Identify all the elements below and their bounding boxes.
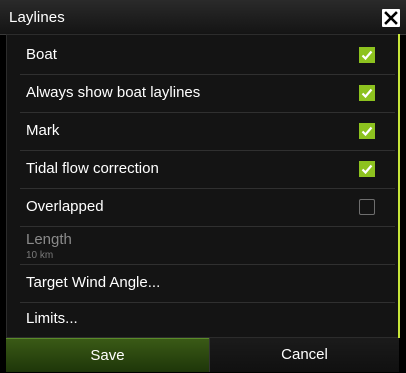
laylines-dialog: Laylines Boat Always show boat laylines …	[0, 0, 406, 372]
tidal-flow-correction-checkbox[interactable]	[359, 161, 375, 177]
setting-label: Always show boat laylines	[26, 84, 201, 101]
setting-row-tidal-flow-correction[interactable]: Tidal flow correction	[20, 150, 395, 189]
setting-row-overlapped[interactable]: Overlapped	[20, 188, 395, 227]
setting-label: Tidal flow correction	[26, 160, 159, 177]
setting-label: Boat	[26, 46, 57, 63]
mark-checkbox[interactable]	[359, 123, 375, 139]
boat-checkbox[interactable]	[359, 47, 375, 63]
always-show-boat-laylines-checkbox[interactable]	[359, 85, 375, 101]
setting-label: Limits...	[26, 310, 78, 327]
setting-label: Length	[26, 231, 72, 248]
save-button[interactable]: Save	[6, 338, 209, 372]
overlapped-checkbox[interactable]	[359, 199, 375, 215]
setting-row-target-wind-angle[interactable]: Target Wind Angle...	[20, 264, 395, 303]
setting-label: Target Wind Angle...	[26, 274, 161, 291]
setting-row-limits[interactable]: Limits...	[20, 300, 395, 338]
title-bar: Laylines	[0, 0, 406, 35]
setting-row-boat[interactable]: Boat	[20, 36, 395, 75]
checkmark-icon	[361, 126, 373, 137]
checkmark-icon	[361, 50, 373, 61]
scrollbar[interactable]	[398, 34, 400, 338]
setting-label: Mark	[26, 122, 60, 139]
setting-row-mark[interactable]: Mark	[20, 112, 395, 151]
length-value: 10 km	[26, 250, 54, 261]
checkmark-icon	[361, 88, 373, 99]
setting-row-always-show-boat-laylines[interactable]: Always show boat laylines	[20, 74, 395, 113]
setting-label: Overlapped	[26, 198, 104, 215]
close-button[interactable]	[382, 9, 400, 27]
checkmark-icon	[361, 164, 373, 175]
cancel-button[interactable]: Cancel	[209, 338, 399, 372]
dialog-title: Laylines	[9, 9, 65, 26]
setting-row-length: Length 10 km	[20, 226, 395, 265]
dialog-footer: Save Cancel	[6, 338, 399, 372]
close-icon	[384, 11, 398, 25]
